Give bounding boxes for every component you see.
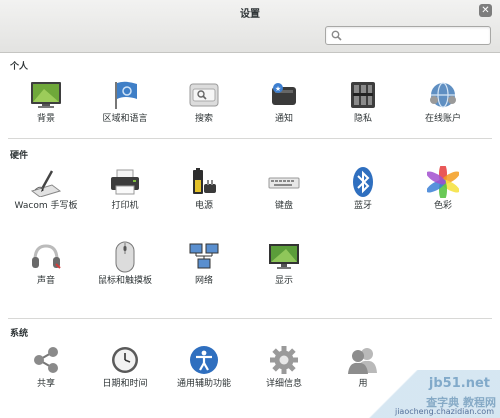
color-icon xyxy=(426,165,460,199)
network-icon xyxy=(187,240,221,274)
panel-label: 声音 xyxy=(36,276,55,286)
panel-label: 通用辅助功能 xyxy=(176,379,231,389)
panel-label: 共享 xyxy=(36,379,55,389)
panel-details[interactable]: 详细信息 xyxy=(245,343,323,390)
panel-label: 区域和语言 xyxy=(102,114,148,124)
date-time-icon xyxy=(108,343,142,377)
panel-label: 详细信息 xyxy=(265,379,302,389)
close-button[interactable]: ✕ xyxy=(479,4,492,17)
svg-text:★: ★ xyxy=(275,85,281,93)
panel-label: 通知 xyxy=(274,114,293,124)
search-settings-icon xyxy=(187,78,221,112)
panel-sound[interactable]: 声音 xyxy=(7,240,85,287)
section-title-system: 系统 xyxy=(10,329,29,339)
privacy-icon xyxy=(346,78,380,112)
sound-icon xyxy=(29,240,63,274)
watermark-text-site: jb51.net xyxy=(428,376,490,391)
panel-universal-access[interactable]: 通用辅助功能 xyxy=(165,343,243,390)
printer-icon xyxy=(108,165,142,199)
section-divider xyxy=(8,138,492,139)
panel-notifications[interactable]: ★ 通知 xyxy=(245,78,323,125)
panel-color[interactable]: 色彩 xyxy=(404,165,482,212)
panel-label: 色彩 xyxy=(433,201,452,211)
panel-wacom-tablet[interactable]: Wacom 手写板 xyxy=(7,165,85,212)
panel-mouse-touchpad[interactable]: 鼠标和触摸板 xyxy=(86,240,164,287)
panel-label: 打印机 xyxy=(111,201,139,211)
wacom-tablet-icon xyxy=(29,165,63,199)
title-bar: 设置 ✕ xyxy=(0,0,500,53)
panel-background[interactable]: 背景 xyxy=(7,78,85,125)
sharing-icon xyxy=(29,343,63,377)
panel-bluetooth[interactable]: 蓝牙 xyxy=(324,165,402,212)
section-title-hardware: 硬件 xyxy=(10,151,29,161)
bluetooth-icon xyxy=(346,165,380,199)
panel-label: 日期和时间 xyxy=(102,379,148,389)
power-icon xyxy=(187,165,221,199)
panel-date-time[interactable]: 日期和时间 xyxy=(86,343,164,390)
online-accounts-icon xyxy=(426,78,460,112)
panel-online-accounts[interactable]: 在线账户 xyxy=(404,78,482,125)
mouse-touchpad-icon xyxy=(108,240,142,274)
panel-label: Wacom 手写板 xyxy=(14,201,78,211)
search-input[interactable] xyxy=(346,28,490,45)
details-icon xyxy=(267,343,301,377)
region-language-icon xyxy=(108,78,142,112)
panel-label: 搜索 xyxy=(194,114,213,124)
panel-privacy[interactable]: 隐私 xyxy=(324,78,402,125)
panel-label: 在线账户 xyxy=(424,114,461,124)
watermark: jb51.net 查字典 教程网 jiaocheng.chazidian.com xyxy=(360,370,500,418)
panel-label: 鼠标和触摸板 xyxy=(97,276,152,286)
section-title-personal: 个人 xyxy=(10,62,29,72)
window-title: 设置 xyxy=(240,9,260,20)
search-icon xyxy=(331,30,342,44)
panel-sharing[interactable]: 共享 xyxy=(7,343,85,390)
panel-power[interactable]: 电源 xyxy=(165,165,243,212)
notifications-icon: ★ xyxy=(267,78,301,112)
panel-printer[interactable]: 打印机 xyxy=(86,165,164,212)
keyboard-icon xyxy=(267,165,301,199)
panel-label: 蓝牙 xyxy=(353,201,372,211)
panel-display[interactable]: 显示 xyxy=(245,240,323,287)
panel-network[interactable]: 网络 xyxy=(165,240,243,287)
panel-search[interactable]: 搜索 xyxy=(165,78,243,125)
watermark-text-url: jiaocheng.chazidian.com xyxy=(394,407,494,416)
panel-label: 显示 xyxy=(274,276,293,286)
section-divider xyxy=(8,318,492,319)
panel-region-language[interactable]: 区域和语言 xyxy=(86,78,164,125)
background-icon xyxy=(29,78,63,112)
panel-label: 键盘 xyxy=(274,201,293,211)
panel-label: 电源 xyxy=(194,201,213,211)
panel-label: 网络 xyxy=(194,276,213,286)
display-icon xyxy=(267,240,301,274)
panel-keyboard[interactable]: 键盘 xyxy=(245,165,323,212)
panel-label: 背景 xyxy=(36,114,55,124)
panel-label: 隐私 xyxy=(353,114,372,124)
search-field[interactable] xyxy=(325,26,491,45)
universal-access-icon xyxy=(187,343,221,377)
